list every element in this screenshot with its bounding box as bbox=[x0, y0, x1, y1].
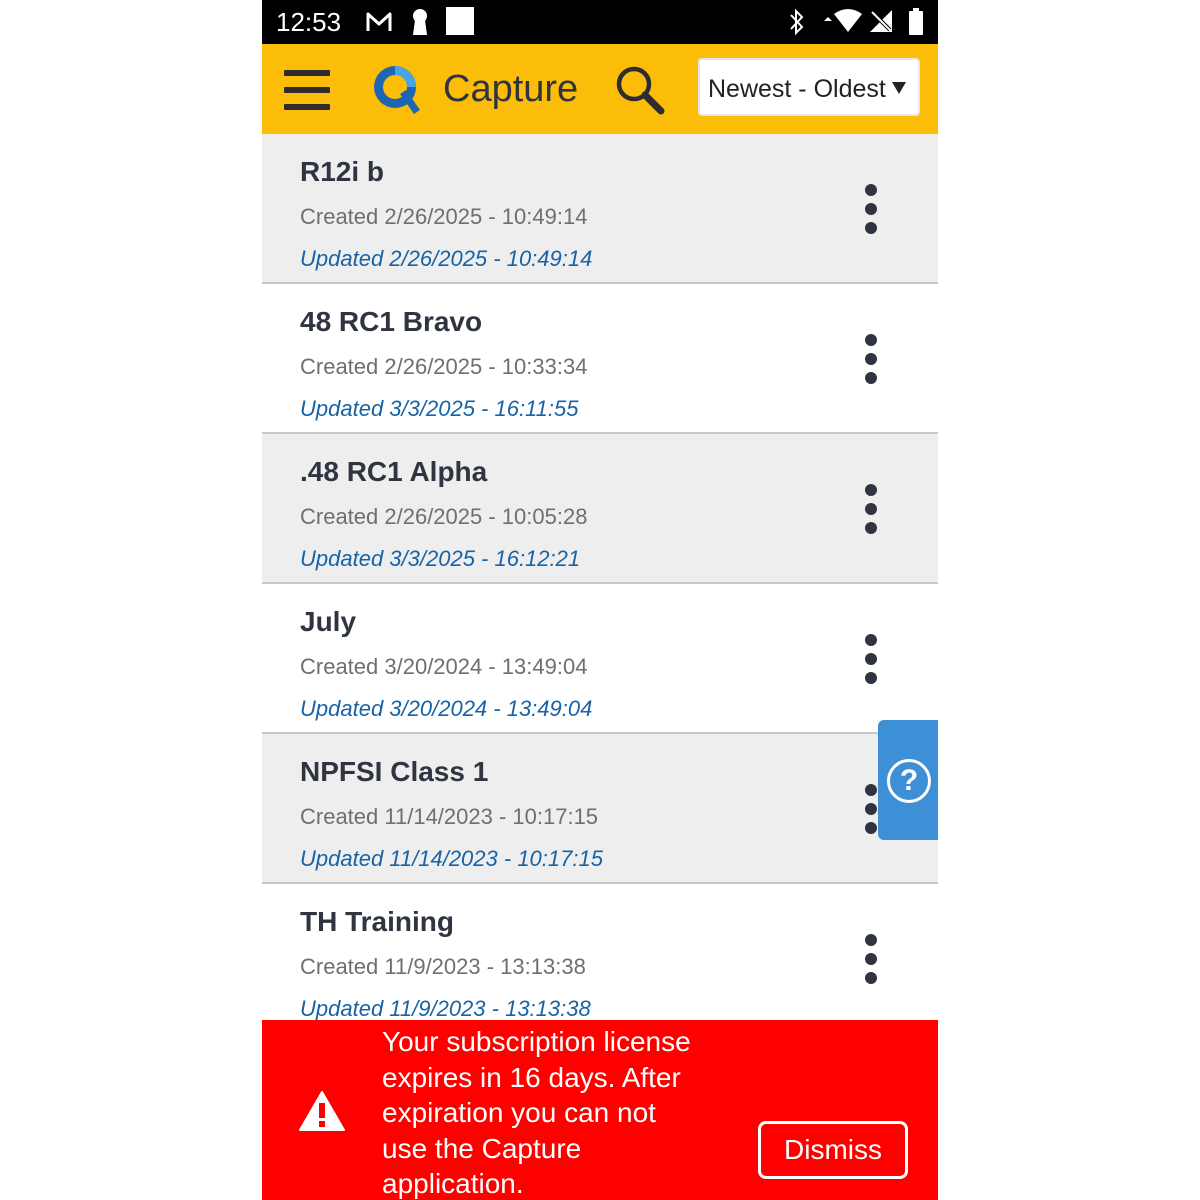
no-signal-icon bbox=[870, 10, 892, 32]
item-updated: Updated 3/3/2025 - 16:12:21 bbox=[300, 546, 581, 571]
list-item[interactable]: 48 RC1 Bravo Created 2/26/2025 - 10:33:3… bbox=[262, 284, 938, 434]
square-notification-icon bbox=[446, 7, 474, 35]
item-created: Created 11/9/2023 - 13:13:38 bbox=[300, 954, 586, 979]
dismiss-button[interactable]: Dismiss bbox=[758, 1121, 908, 1179]
item-updated: Updated 11/9/2023 - 13:13:38 bbox=[300, 996, 591, 1021]
search-button[interactable] bbox=[614, 64, 666, 116]
list-item[interactable]: NPFSI Class 1 Created 11/14/2023 - 10:17… bbox=[262, 734, 938, 884]
item-created: Created 3/20/2024 - 13:49:04 bbox=[300, 654, 588, 679]
help-icon: ? bbox=[887, 759, 931, 803]
banner-message: Your subscription license expires in 16 … bbox=[382, 1026, 691, 1199]
item-created: Created 2/26/2025 - 10:33:34 bbox=[300, 354, 588, 379]
item-updated: Updated 3/3/2025 - 16:11:55 bbox=[300, 396, 579, 421]
more-options-button[interactable] bbox=[858, 634, 884, 684]
item-title: NPFSI Class 1 bbox=[300, 756, 489, 787]
wifi-icon bbox=[824, 9, 862, 32]
help-button[interactable]: ? bbox=[878, 720, 938, 840]
status-time: 12:53 bbox=[276, 7, 342, 37]
more-options-button[interactable] bbox=[858, 484, 884, 534]
phone-screen: 12:53 Capture Newest - Oldest R12i b Cre… bbox=[262, 0, 938, 1200]
item-created: Created 11/14/2023 - 10:17:15 bbox=[300, 804, 599, 829]
list-item[interactable]: R12i b Created 2/26/2025 - 10:49:14 Upda… bbox=[262, 134, 938, 284]
caret-down-icon bbox=[892, 82, 906, 94]
item-title: 48 RC1 Bravo bbox=[300, 306, 483, 337]
gmail-icon bbox=[366, 12, 392, 31]
menu-button[interactable] bbox=[284, 70, 330, 110]
item-title: July bbox=[300, 606, 357, 637]
item-updated: Updated 2/26/2025 - 10:49:14 bbox=[300, 246, 593, 271]
item-title: TH Training bbox=[300, 906, 454, 937]
list-item[interactable]: .48 RC1 Alpha Created 2/26/2025 - 10:05:… bbox=[262, 434, 938, 584]
app-bar: Capture Newest - Oldest bbox=[262, 44, 938, 134]
sort-order-select[interactable]: Newest - Oldest bbox=[698, 58, 920, 116]
item-created: Created 2/26/2025 - 10:05:28 bbox=[300, 504, 588, 529]
search-icon bbox=[616, 66, 665, 115]
capture-logo-icon bbox=[374, 66, 420, 114]
keyhole-icon bbox=[413, 9, 427, 35]
item-updated: Updated 11/14/2023 - 10:17:15 bbox=[300, 846, 603, 871]
more-options-button[interactable] bbox=[858, 934, 884, 984]
warning-icon bbox=[299, 1091, 345, 1131]
more-options-button[interactable] bbox=[858, 334, 884, 384]
status-bar: 12:53 bbox=[262, 0, 938, 44]
bluetooth-icon bbox=[790, 8, 804, 36]
hamburger-icon bbox=[284, 70, 330, 76]
more-options-button[interactable] bbox=[858, 184, 884, 234]
item-title: R12i b bbox=[300, 156, 385, 187]
list-item[interactable]: July Created 3/20/2024 - 13:49:04 Update… bbox=[262, 584, 938, 734]
app-title: Capture bbox=[443, 68, 579, 110]
item-updated: Updated 3/20/2024 - 13:49:04 bbox=[300, 696, 593, 721]
item-title: .48 RC1 Alpha bbox=[300, 456, 488, 487]
list-item[interactable]: TH Training Created 11/9/2023 - 13:13:38… bbox=[262, 884, 938, 1034]
subscription-warning-banner: Your subscription license expires in 16 … bbox=[262, 1020, 938, 1200]
battery-icon bbox=[909, 8, 923, 35]
sort-order-value: Newest - Oldest bbox=[708, 75, 886, 103]
item-created: Created 2/26/2025 - 10:49:14 bbox=[300, 204, 588, 229]
